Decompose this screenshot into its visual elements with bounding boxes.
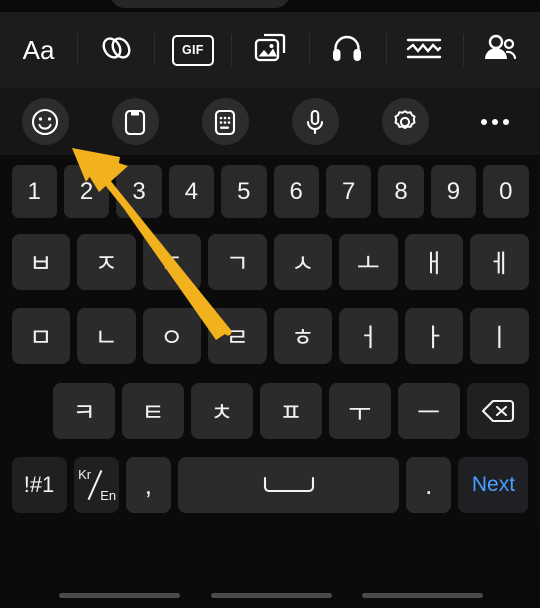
key-4[interactable]: 4 bbox=[168, 165, 215, 218]
keyboard-toolbar bbox=[0, 88, 540, 155]
link-icon bbox=[96, 32, 136, 69]
key-0[interactable]: 0 bbox=[483, 165, 529, 218]
key-8[interactable]: 8 bbox=[378, 165, 424, 218]
dialpad-icon bbox=[214, 109, 236, 135]
clipboard-button-circle bbox=[111, 98, 159, 145]
more-options-circle bbox=[472, 98, 519, 145]
voice-input-button-circle bbox=[291, 98, 339, 145]
toolbar-divider bbox=[462, 34, 464, 66]
gallery-button[interactable] bbox=[231, 12, 308, 88]
key-chieut[interactable]: ㅊ bbox=[190, 383, 253, 439]
key-a[interactable]: ㅏ bbox=[404, 308, 463, 364]
key-siot[interactable]: ㅅ bbox=[273, 234, 332, 290]
voice-input-button[interactable] bbox=[270, 88, 360, 155]
key-hieut[interactable]: ㅎ bbox=[273, 308, 332, 364]
language-toggle-inner: Kr En bbox=[76, 467, 116, 503]
key-9[interactable]: 9 bbox=[430, 165, 477, 218]
text-format-button[interactable]: Aa bbox=[0, 12, 77, 88]
nav-pills bbox=[0, 592, 540, 602]
toolbar-divider bbox=[308, 34, 310, 66]
key-tieut[interactable]: ㅌ bbox=[122, 383, 184, 439]
nav-pill[interactable] bbox=[362, 593, 483, 598]
message-bubble-partial bbox=[110, 0, 290, 8]
key-3[interactable]: 3 bbox=[116, 165, 162, 218]
key-jieut[interactable]: ㅈ bbox=[77, 234, 136, 290]
key-6[interactable]: 6 bbox=[273, 165, 319, 218]
clipboard-button[interactable] bbox=[90, 88, 180, 155]
system-bottom-bar bbox=[0, 530, 540, 608]
row3-left-spacer bbox=[12, 383, 47, 439]
korean-keyboard: 1 2 3 4 5 6 7 8 9 0 ㅂ ㅈ ㄷ ㄱ ㅅ ㅗ ㅐ ㅔ ㅁ ㄴ … bbox=[0, 155, 540, 530]
key-period[interactable]: . bbox=[406, 457, 452, 513]
key-giyeok[interactable]: ㄱ bbox=[208, 234, 267, 290]
key-ae[interactable]: ㅐ bbox=[404, 234, 463, 290]
emoji-button-circle bbox=[21, 98, 69, 145]
attachment-toolbar: Aa GIF bbox=[0, 12, 540, 88]
gif-button[interactable]: GIF bbox=[154, 12, 231, 88]
key-digeut[interactable]: ㄷ bbox=[142, 234, 201, 290]
keyboard-row-bottom: !#1 Kr En , . Next bbox=[0, 457, 540, 513]
headphones-icon bbox=[330, 32, 364, 69]
text-format-icon: Aa bbox=[22, 34, 55, 65]
toolbar-divider bbox=[154, 34, 156, 66]
clipboard-icon bbox=[124, 109, 146, 135]
more-options-button[interactable] bbox=[450, 88, 540, 155]
key-7[interactable]: 7 bbox=[325, 165, 372, 218]
settings-button[interactable] bbox=[360, 88, 450, 155]
toolbar-divider bbox=[231, 34, 233, 66]
toolbar-divider bbox=[385, 34, 387, 66]
keyboard-row-hangul-3: ㅋ ㅌ ㅊ ㅍ ㅜ ㅡ bbox=[0, 383, 540, 439]
key-1[interactable]: 1 bbox=[11, 165, 57, 218]
key-2[interactable]: 2 bbox=[63, 165, 110, 218]
keyboard-row-numbers: 1 2 3 4 5 6 7 8 9 0 bbox=[0, 165, 540, 218]
key-eu[interactable]: ㅡ bbox=[397, 383, 460, 439]
people-icon bbox=[481, 32, 521, 69]
toolbar-divider bbox=[77, 34, 79, 66]
key-o-vowel[interactable]: ㅗ bbox=[339, 234, 398, 290]
gear-icon bbox=[394, 109, 416, 129]
image-gallery-icon bbox=[252, 31, 288, 70]
keyboard-row-hangul-1: ㅂ ㅈ ㄷ ㄱ ㅅ ㅗ ㅐ ㅔ bbox=[0, 234, 540, 290]
key-kieuk[interactable]: ㅋ bbox=[53, 383, 116, 439]
emoji-button[interactable] bbox=[0, 88, 90, 155]
audio-button[interactable] bbox=[308, 12, 386, 88]
key-i[interactable]: ㅣ bbox=[470, 308, 529, 364]
key-e[interactable]: ㅔ bbox=[470, 234, 529, 290]
backspace-icon bbox=[481, 399, 514, 423]
dialpad-button-circle bbox=[201, 98, 249, 145]
key-mieum[interactable]: ㅁ bbox=[11, 308, 70, 364]
gif-icon: GIF bbox=[171, 34, 214, 66]
microphone-icon bbox=[306, 109, 324, 134]
key-rieul[interactable]: ㄹ bbox=[208, 308, 267, 364]
key-bieup[interactable]: ㅂ bbox=[11, 234, 70, 290]
keyboard-screen: Aa GIF 1 2 3 4 5 6 7 8 9 0 ㅂ ㅈ ㄷ ㄱ ㅅ ㅗ ㅐ… bbox=[0, 0, 540, 608]
more-dots-icon bbox=[481, 118, 509, 125]
keyboard-row-hangul-2: ㅁ ㄴ ㅇ ㄹ ㅎ ㅓ ㅏ ㅣ bbox=[0, 308, 540, 364]
nav-pill[interactable] bbox=[211, 593, 332, 598]
voice-message-button[interactable] bbox=[385, 12, 463, 88]
key-u[interactable]: ㅜ bbox=[328, 383, 391, 439]
audio-wave-icon bbox=[404, 33, 444, 68]
key-space[interactable] bbox=[178, 457, 400, 513]
key-comma[interactable]: , bbox=[125, 457, 172, 513]
key-backspace[interactable] bbox=[466, 383, 529, 439]
key-language-toggle[interactable]: Kr En bbox=[73, 457, 119, 513]
settings-button-circle bbox=[381, 98, 429, 145]
key-ieung[interactable]: ㅇ bbox=[142, 308, 201, 364]
language-primary-label: Kr bbox=[78, 467, 92, 482]
key-pieup[interactable]: ㅍ bbox=[259, 383, 322, 439]
nav-pill[interactable] bbox=[59, 593, 180, 598]
link-button[interactable] bbox=[77, 12, 154, 88]
key-enter-next[interactable]: Next bbox=[458, 457, 529, 513]
key-5[interactable]: 5 bbox=[221, 165, 267, 218]
dialpad-button[interactable] bbox=[180, 88, 270, 155]
language-secondary-label: En bbox=[100, 488, 117, 503]
smiley-icon bbox=[31, 108, 59, 135]
key-eo[interactable]: ㅓ bbox=[339, 308, 398, 364]
space-icon bbox=[263, 476, 314, 493]
key-symbols[interactable]: !#1 bbox=[11, 457, 67, 513]
key-nieun[interactable]: ㄴ bbox=[77, 308, 136, 364]
contacts-button[interactable] bbox=[462, 12, 540, 88]
